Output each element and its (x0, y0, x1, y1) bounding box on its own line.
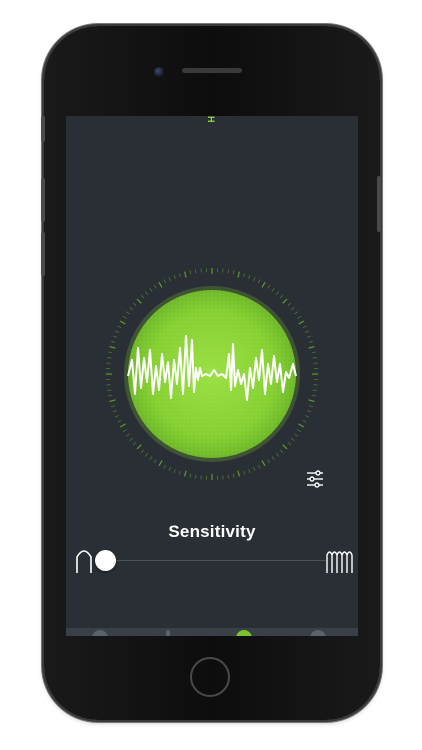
front-camera (154, 67, 164, 77)
sliders-icon[interactable] (304, 468, 326, 490)
earpiece-speaker (182, 68, 242, 73)
high-sensitivity-icon (326, 551, 353, 573)
sensitivity-dial (106, 268, 318, 480)
sensitivity-slider[interactable] (66, 544, 358, 578)
volume-down-button (41, 232, 45, 276)
sensitivity-label: Sensitivity (168, 522, 256, 541)
app-screen: H Sensitivity (66, 116, 358, 636)
slider-thumb[interactable] (95, 550, 116, 571)
tab-2[interactable] (166, 630, 170, 636)
power-button (377, 176, 381, 232)
home-button[interactable] (190, 657, 230, 697)
tab-bar (66, 628, 358, 636)
volume-up-button (41, 178, 45, 222)
tab-4[interactable] (310, 630, 326, 636)
top-indicator: H (206, 116, 216, 123)
slider-track[interactable] (102, 560, 326, 561)
tab-3[interactable] (236, 630, 252, 636)
tab-1[interactable] (92, 630, 108, 636)
low-sensitivity-icon (76, 550, 92, 573)
mute-switch (41, 116, 45, 142)
